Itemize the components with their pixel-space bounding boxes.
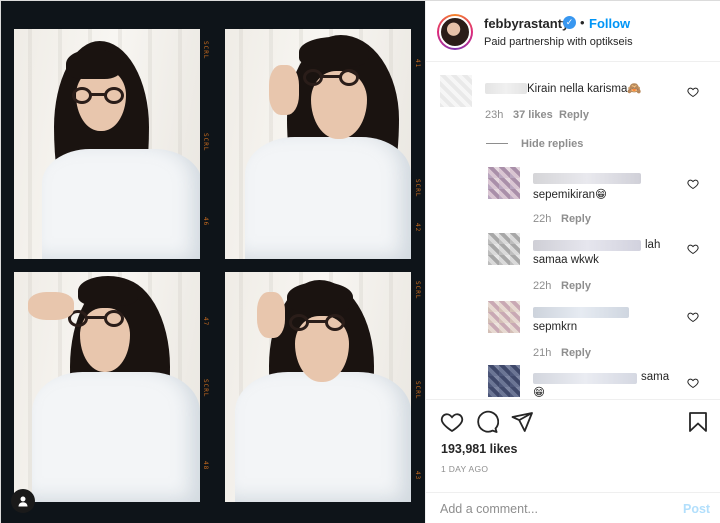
follow-button[interactable]: Follow xyxy=(589,16,630,31)
hide-replies-divider xyxy=(486,143,508,144)
commenter-username[interactable] xyxy=(485,83,527,94)
reply-text: sama xyxy=(641,371,670,383)
reply-avatar[interactable] xyxy=(488,301,520,333)
reply-username[interactable] xyxy=(533,307,629,318)
reply-time[interactable]: 22h xyxy=(533,213,551,225)
reply-time[interactable]: 22h xyxy=(533,280,551,292)
reply-button[interactable]: Reply xyxy=(561,347,591,359)
add-comment-input[interactable] xyxy=(440,500,660,518)
comments-list[interactable]: Kirain nella karisma🙈 23h 37 likes Reply… xyxy=(426,63,720,399)
reply-text: sepemikiran😁 xyxy=(533,189,607,201)
post-actions: 193,981 likes 1 DAY AGO xyxy=(426,399,720,493)
film-edge-label: 42 xyxy=(414,223,421,233)
likes-count[interactable]: 193,981 likes xyxy=(441,442,517,456)
profile-avatar[interactable] xyxy=(437,14,473,50)
photo-frame-4 xyxy=(225,272,411,502)
film-edge-label: SCRL xyxy=(202,133,209,152)
post-comment-button[interactable]: Post xyxy=(683,502,710,516)
film-edge-label: SCRL xyxy=(202,379,209,398)
like-comment-icon[interactable] xyxy=(687,86,699,98)
reply-button[interactable]: Reply xyxy=(559,109,589,121)
post-date[interactable]: 1 DAY AGO xyxy=(441,464,488,474)
reply-button[interactable]: Reply xyxy=(561,280,591,292)
reply-text: sepmkrn xyxy=(533,321,578,333)
post-header: febbyrastanty ✓ • Follow Paid partnershi… xyxy=(426,1,720,62)
comment-bubble-icon[interactable] xyxy=(475,410,499,434)
film-edge-label: 43 xyxy=(414,471,421,481)
reply-avatar[interactable] xyxy=(488,167,520,199)
reply-username[interactable] xyxy=(533,373,637,384)
reply-username[interactable] xyxy=(533,240,641,251)
comment-composer: Post xyxy=(426,492,720,523)
instagram-post-modal: SCRL 46 SCRL 41 SCRL 42 47 SCRL SCRL 48 … xyxy=(0,0,720,523)
like-heart-icon[interactable] xyxy=(440,410,464,434)
reply-button[interactable]: Reply xyxy=(561,213,591,225)
verified-badge-icon: ✓ xyxy=(563,16,576,29)
commenter-avatar[interactable] xyxy=(440,75,472,107)
like-reply-icon[interactable] xyxy=(687,243,699,255)
comment-likes[interactable]: 37 likes xyxy=(513,109,553,121)
separator-dot: • xyxy=(580,15,585,30)
like-reply-icon[interactable] xyxy=(687,377,699,389)
share-paper-plane-icon[interactable] xyxy=(510,410,534,434)
film-edge-label: 41 xyxy=(414,59,421,69)
reply-username[interactable] xyxy=(533,173,641,184)
comment-time[interactable]: 23h xyxy=(485,109,503,121)
like-reply-icon[interactable] xyxy=(687,178,699,190)
photo-frame-3 xyxy=(14,272,200,502)
tagged-user-icon[interactable] xyxy=(11,489,35,513)
film-edge-label: 48 xyxy=(202,461,209,471)
film-edge-label: SCRL xyxy=(414,381,421,400)
photo-frame-2 xyxy=(225,29,411,259)
reply-text-continued: samaa wkwk xyxy=(533,254,599,266)
like-reply-icon[interactable] xyxy=(687,311,699,323)
save-bookmark-icon[interactable] xyxy=(686,410,710,434)
photo-frame-1 xyxy=(14,29,200,259)
film-edge-label: SCRL xyxy=(414,179,421,198)
film-edge-label: 46 xyxy=(202,217,209,227)
film-edge-label: SCRL xyxy=(414,281,421,300)
post-photo[interactable]: SCRL 46 SCRL 41 SCRL 42 47 SCRL SCRL 48 … xyxy=(1,1,425,523)
username-link[interactable]: febbyrastanty xyxy=(484,16,569,31)
film-edge-label: 47 xyxy=(202,317,209,327)
reply-time[interactable]: 21h xyxy=(533,347,551,359)
reply-text-continued: 😁 xyxy=(533,387,545,399)
hide-replies-button[interactable]: Hide replies xyxy=(521,138,583,150)
comment-text: Kirain nella karisma🙈 xyxy=(527,83,642,95)
reply-avatar[interactable] xyxy=(488,233,520,265)
paid-partnership-label[interactable]: Paid partnership with optikseis xyxy=(484,36,633,48)
post-side-panel: febbyrastanty ✓ • Follow Paid partnershi… xyxy=(425,1,720,523)
reply-text: lah xyxy=(645,239,661,251)
reply-avatar[interactable] xyxy=(488,365,520,397)
film-edge-label: SCRL xyxy=(202,41,209,60)
